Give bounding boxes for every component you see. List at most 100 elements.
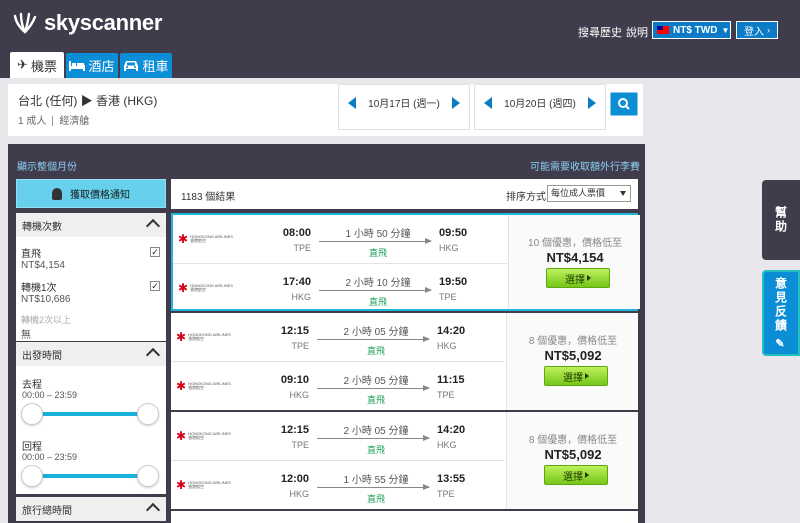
arrival: 11:15 TPE <box>437 374 477 400</box>
sort-value: 每位成人票價 <box>551 188 606 198</box>
departure-airport: TPE <box>291 440 309 450</box>
airline-name: HONGKONG AIRLINES 香港航空 <box>190 234 233 243</box>
flight-result-card[interactable]: ✱ HONGKONG AIRLINES 香港航空 08:00 TPE 1 小時 … <box>171 213 640 311</box>
duration-filter-header[interactable]: 旅行總時間 <box>16 497 166 521</box>
currency-selector[interactable]: NT$ TWD ▼ <box>652 21 731 39</box>
departure-airport: HKG <box>289 489 309 499</box>
stops-filter-header[interactable]: 轉機次數 <box>16 213 166 237</box>
chevron-up-icon <box>145 347 161 363</box>
select-label: 選擇 <box>563 471 583 483</box>
duration-filter-title: 旅行總時間 <box>22 505 72 517</box>
outbound-label: 去程 <box>22 380 42 391</box>
search-button[interactable] <box>610 92 638 116</box>
outbound-range: 00:00 – 23:59 <box>22 390 78 400</box>
arrival-airport: TPE <box>437 390 455 400</box>
logo-text: skyscanner <box>44 10 163 35</box>
return-date[interactable]: 10月20日 (週四) <box>499 98 581 112</box>
return-slider-start-handle[interactable] <box>21 465 43 487</box>
tab-car-hire[interactable]: 租車 <box>120 53 172 78</box>
login-button[interactable]: 登入 › <box>736 21 778 39</box>
select-button[interactable]: 選擇 <box>544 366 608 386</box>
show-month-link[interactable]: 顯示整個月份 <box>17 158 77 173</box>
return-slider-track[interactable] <box>32 474 154 478</box>
arrival-time: 14:20 <box>437 325 466 337</box>
stops-option-price: NT$10,686 <box>21 294 71 305</box>
arrival-airport: HKG <box>437 440 457 450</box>
return-date-picker: 10月20日 (週四) <box>474 84 606 130</box>
flight-duration: 2 小時 10 分鐘 <box>345 278 411 289</box>
search-summary: 台北 (任何) ▶ 香港 (HKG) 1 成人 經濟艙 10月17日 (週一) 1… <box>8 84 643 136</box>
flight-duration: 2 小時 05 分鐘 <box>343 327 409 338</box>
arrival-airport: HKG <box>437 341 457 351</box>
logo-icon <box>13 12 37 34</box>
departure-time-body: 去程 00:00 – 23:59 回程 00:00 – 23:59 <box>16 366 166 494</box>
stops-option-one-stop[interactable]: 轉機1次 NT$10,686 <box>21 279 70 305</box>
tab-car-hire-label: 租車 <box>142 59 169 74</box>
outbound-slider-end-handle[interactable] <box>137 403 159 425</box>
help-side-tab[interactable]: 幫助 <box>762 180 800 260</box>
deals-count: 8 個優惠，價格低至 <box>528 435 618 446</box>
flight-duration: 2 小時 05 分鐘 <box>343 376 409 387</box>
tab-flights[interactable]: ✈ 機票 <box>10 52 64 78</box>
departure-time: 17:40 <box>282 276 311 288</box>
login-label: 登入 <box>744 26 764 38</box>
sort-label: 排序方式 <box>506 192 546 203</box>
arrival-time: 09:50 <box>439 227 468 239</box>
direct-label: 直飛 <box>368 297 387 307</box>
select-label: 選擇 <box>565 274 585 286</box>
prev-day-arrow-icon[interactable] <box>484 97 492 109</box>
stops-option-label: 轉機2次以上 <box>21 315 72 325</box>
checkbox-direct[interactable]: ✓ <box>150 247 160 257</box>
tab-hotels-label: 酒店 <box>88 59 115 74</box>
help-link[interactable]: 說明 <box>626 24 648 40</box>
departure-time-title: 出發時間 <box>22 350 62 362</box>
airline-name: HONGKONG AIRLINES 香港航空 <box>188 381 231 390</box>
price-alert-button[interactable]: 獲取價格通知 <box>16 179 166 208</box>
flight-leg: ✱ HONGKONG AIRLINES 香港航空 17:40 HKG 2 小時 … <box>173 263 507 311</box>
airline-logo: ✱ HONGKONG AIRLINES 香港航空 <box>176 380 236 392</box>
select-button[interactable]: 選擇 <box>544 465 608 485</box>
tab-hotels[interactable]: 酒店 <box>66 53 118 78</box>
caret-down-icon <box>620 191 626 196</box>
arrival-airport: HKG <box>439 243 459 253</box>
checkbox-one-stop[interactable]: ✓ <box>150 281 160 291</box>
departure: 17:40 HKG <box>273 276 311 302</box>
outbound-slider-start-handle[interactable] <box>21 403 43 425</box>
stops-option-label: 轉機1次 <box>21 283 57 294</box>
return-label: 回程 <box>22 442 42 453</box>
return-slider-end-handle[interactable] <box>137 465 159 487</box>
sort-select[interactable]: 每位成人票價 <box>547 185 631 202</box>
price-box: 10 個優惠，價格低至 NT$4,154 選擇 <box>508 215 640 309</box>
lowest-price: NT$4,154 <box>546 250 604 265</box>
baggage-fee-link[interactable]: 可能需要收取額外行李費 <box>530 158 640 173</box>
flight-result-card[interactable]: ✱ HONGKONG AIRLINES 香港航空 12:15 TPE 2 小時 … <box>171 313 638 410</box>
select-button[interactable]: 選擇 <box>546 268 610 288</box>
arrival-airport: TPE <box>439 292 457 302</box>
airline-logo: ✱ HONGKONG AIRLINES 香港航空 <box>178 233 238 245</box>
next-day-arrow-icon[interactable] <box>588 97 596 109</box>
outbound-slider-track[interactable] <box>32 412 154 416</box>
passenger-count: 1 成人 <box>18 116 47 127</box>
departure-time-header[interactable]: 出發時間 <box>16 342 166 366</box>
depart-date[interactable]: 10月17日 (週一) <box>363 98 445 112</box>
feedback-side-tab[interactable]: 意見反饋 ✎ <box>762 270 800 356</box>
next-day-arrow-icon[interactable] <box>452 97 460 109</box>
lowest-price: NT$5,092 <box>544 447 602 462</box>
results-count: 1183 個結果 <box>181 192 236 203</box>
arrival: 19:50 TPE <box>439 276 479 302</box>
prev-day-arrow-icon[interactable] <box>348 97 356 109</box>
hongkong-airlines-logo-icon: ✱ <box>176 379 187 393</box>
flight-result-card[interactable]: ✱ HONGKONG AIRLINES 香港航空 12:15 TPE 2 小時 … <box>171 412 638 509</box>
tab-flights-label: 機票 <box>30 58 57 74</box>
hongkong-airlines-logo-icon: ✱ <box>178 232 189 246</box>
direct-label: 直飛 <box>366 494 385 504</box>
stops-option-direct[interactable]: 直飛 NT$4,154 <box>21 245 65 271</box>
passenger-cabin[interactable]: 1 成人 經濟艙 <box>18 112 89 127</box>
stops-option-two-plus: 轉機2次以上 無 <box>21 313 71 341</box>
flight-result-card[interactable] <box>171 511 638 523</box>
route-text[interactable]: 台北 (任何) ▶ 香港 (HKG) <box>18 92 157 109</box>
flight-duration: 1 小時 50 分鐘 <box>345 229 411 240</box>
search-history-link[interactable]: 搜尋歷史 <box>578 24 622 40</box>
skyscanner-logo[interactable]: skyscanner <box>12 10 162 36</box>
departure: 12:15 TPE <box>271 325 309 351</box>
